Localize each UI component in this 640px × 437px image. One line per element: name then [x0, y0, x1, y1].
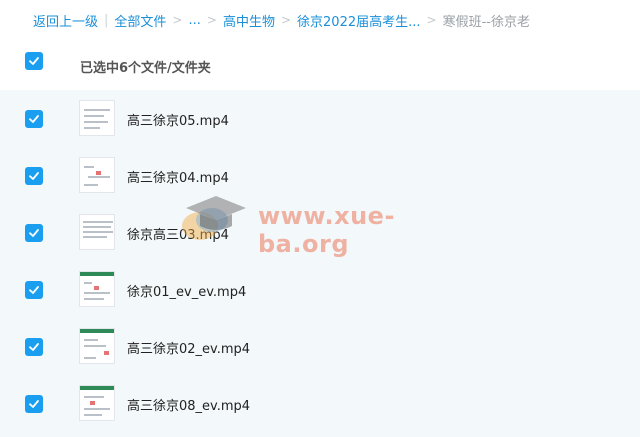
video-thumbnail[interactable] [79, 157, 115, 193]
checkmark-icon [29, 115, 39, 123]
checkmark-icon [29, 172, 39, 180]
file-checkbox[interactable] [25, 281, 43, 299]
chevron-right-icon: > [426, 13, 437, 27]
video-thumbnail[interactable] [79, 385, 115, 421]
file-row[interactable]: 高三徐京08_ev.mp4 [0, 375, 640, 432]
file-checkbox[interactable] [25, 338, 43, 356]
chevron-right-icon: > [280, 13, 292, 27]
chevron-right-icon: > [206, 13, 217, 27]
chevron-right-icon: > [172, 13, 183, 27]
file-row[interactable]: 徐京高三03.mp4 [0, 204, 640, 261]
file-checkbox[interactable] [25, 224, 43, 242]
file-name[interactable]: 高三徐京08_ev.mp4 [127, 395, 250, 414]
breadcrumb: 返回上一级 | 全部文件 > ... > 高中生物 > 徐京2022届高考生..… [0, 0, 640, 40]
file-row[interactable]: 徐京01_ev_ev.mp4 [0, 261, 640, 318]
breadcrumb-current: 寒假班--徐京老 [442, 14, 530, 30]
breadcrumb-ellipsis-link[interactable]: ... [188, 13, 200, 28]
breadcrumb-divider: | [104, 12, 109, 28]
video-thumbnail[interactable] [79, 214, 115, 250]
breadcrumb-level2-link[interactable]: 徐京2022届高考生... [297, 11, 420, 30]
file-name[interactable]: 高三徐京05.mp4 [127, 110, 229, 129]
video-thumbnail[interactable] [79, 271, 115, 307]
file-name[interactable]: 徐京高三03.mp4 [127, 224, 229, 243]
file-name[interactable]: 高三徐京04.mp4 [127, 167, 229, 186]
checkmark-icon [29, 343, 39, 351]
checkmark-icon [29, 400, 39, 408]
file-name[interactable]: 徐京01_ev_ev.mp4 [127, 281, 246, 300]
file-checkbox[interactable] [25, 167, 43, 185]
selection-count-label: 已选中6个文件/文件夹 [80, 61, 211, 76]
breadcrumb-level1-link[interactable]: 高中生物 [223, 11, 275, 30]
file-checkbox[interactable] [25, 395, 43, 413]
video-thumbnail[interactable] [79, 328, 115, 364]
file-list: 高三徐京05.mp4 高三徐京04.mp4 徐京高三03.mp4 徐京01_ev… [0, 90, 640, 437]
breadcrumb-all-files-link[interactable]: 全部文件 [114, 11, 166, 30]
breadcrumb-back-link[interactable]: 返回上一级 [33, 11, 98, 30]
file-row[interactable]: 高三徐京02_ev.mp4 [0, 318, 640, 375]
checkmark-icon [29, 286, 39, 294]
select-all-checkbox[interactable] [25, 52, 43, 70]
file-row[interactable]: 高三徐京05.mp4 [0, 90, 640, 147]
file-row[interactable]: 高三徐京04.mp4 [0, 147, 640, 204]
checkmark-icon [29, 229, 39, 237]
video-thumbnail[interactable] [79, 100, 115, 136]
checkmark-icon [29, 57, 39, 65]
file-checkbox[interactable] [25, 110, 43, 128]
file-name[interactable]: 高三徐京02_ev.mp4 [127, 338, 250, 357]
selection-header: 已选中6个文件/文件夹 [0, 40, 640, 90]
